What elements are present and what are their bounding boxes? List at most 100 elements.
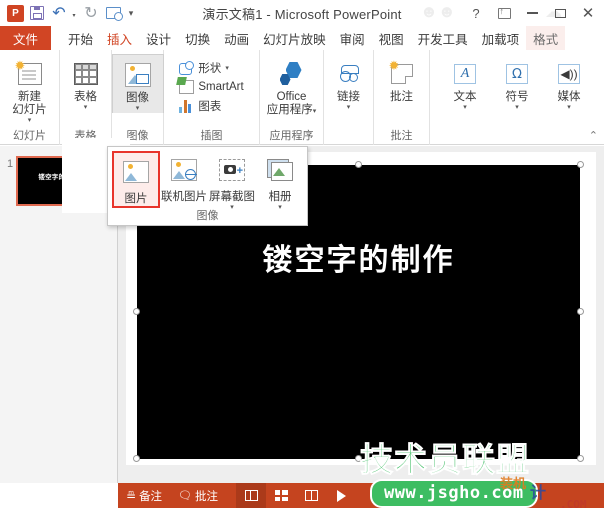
shapes-button[interactable]: 形状 ▾ xyxy=(175,58,247,78)
reading-view-button[interactable] xyxy=(296,483,326,508)
table-button[interactable]: 表格 ▾ xyxy=(60,54,112,112)
save-icon[interactable] xyxy=(26,2,48,24)
tab-design[interactable]: 设计 xyxy=(139,26,178,50)
new-slide-dropdown-arrow[interactable]: ▾ xyxy=(28,117,32,125)
ribbon-group-illustrations: 形状 ▾ SmartArt 图表 插图 xyxy=(164,50,260,145)
resize-handle-top-center[interactable] xyxy=(355,161,362,168)
shapes-icon xyxy=(179,61,195,75)
tab-insert[interactable]: 插入 xyxy=(100,26,140,50)
symbol-glyph: Ω xyxy=(506,64,528,84)
images-label: 图像 xyxy=(126,92,149,104)
normal-view-button[interactable] xyxy=(236,483,267,508)
ribbon-group-apps-body: Office 应用程序▾ xyxy=(259,52,325,128)
new-slide-icon: ✹ xyxy=(15,57,42,91)
ribbon-group-text-body: A 文本 ▾ Ω 符号 ▾ ◀)) 媒体 ▾ xyxy=(435,52,599,128)
tab-file[interactable]: 文件 xyxy=(0,26,52,50)
ribbon-group-images: 图像 ▾ 图像 xyxy=(111,50,164,145)
close-button[interactable]: ✕ xyxy=(574,1,602,25)
shapes-dropdown-arrow[interactable]: ▾ xyxy=(225,64,229,72)
menu-item-online-pictures-label: 联机图片 xyxy=(161,191,207,203)
images-dropdown-group-label: 图像 xyxy=(196,210,219,222)
shapes-label: 形状 xyxy=(198,63,222,75)
undo-icon[interactable]: ↶ xyxy=(48,2,70,24)
comment-icon: ✹ xyxy=(389,57,413,91)
tab-format[interactable]: 格式 xyxy=(526,26,566,50)
resize-handle-middle-left[interactable] xyxy=(133,308,140,315)
undo-dropdown-icon[interactable]: ▾ xyxy=(70,2,80,24)
symbol-button[interactable]: Ω 符号 ▾ xyxy=(491,54,543,112)
images-icon xyxy=(124,58,151,92)
menu-item-online-pictures[interactable]: 联机图片 xyxy=(160,151,208,204)
text-label: 文本 xyxy=(453,91,477,103)
menu-item-photo-album-label: 相册 xyxy=(268,191,292,203)
tab-review[interactable]: 审阅 xyxy=(333,26,372,50)
ribbon-display-options-icon[interactable] xyxy=(490,1,518,25)
new-slide-button[interactable]: ✹ 新建 幻灯片 ▾ xyxy=(4,54,56,125)
ribbon-group-links: 链接 ▾ xyxy=(324,50,374,145)
tab-home[interactable]: 开始 xyxy=(61,26,100,50)
tab-developer[interactable]: 开发工具 xyxy=(411,26,475,50)
symbol-dropdown-arrow[interactable]: ▾ xyxy=(515,104,519,112)
tab-slideshow[interactable]: 幻灯片放映 xyxy=(256,26,333,50)
powerpoint-logo-glyph: P xyxy=(6,4,24,22)
resize-handle-middle-right[interactable] xyxy=(577,308,584,315)
maximize-button[interactable] xyxy=(546,1,574,25)
images-button[interactable]: 图像 ▾ xyxy=(111,54,164,113)
menu-item-picture[interactable]: 图片 xyxy=(112,151,160,208)
resize-handle-bottom-right[interactable] xyxy=(577,455,584,462)
tab-spacer xyxy=(51,26,61,50)
slide-sorter-view-button[interactable] xyxy=(266,483,296,508)
start-slideshow-icon[interactable] xyxy=(102,2,124,24)
chart-button[interactable]: 图表 xyxy=(175,96,247,116)
status-bar-left-spacer xyxy=(0,483,118,508)
slideshow-view-button[interactable] xyxy=(326,483,356,508)
collapse-ribbon-button[interactable]: ⌃ xyxy=(589,129,598,142)
link-dropdown-arrow[interactable]: ▾ xyxy=(347,104,351,112)
ribbon-group-slides: ✹ 新建 幻灯片 ▾ 幻灯片 xyxy=(0,50,60,145)
resize-handle-top-right[interactable] xyxy=(577,161,584,168)
ribbon-group-slides-body: ✹ 新建 幻灯片 ▾ xyxy=(0,52,60,128)
ribbon-group-text-label xyxy=(430,128,604,145)
picture-icon xyxy=(123,155,149,189)
redo-icon[interactable]: ↻ xyxy=(80,2,102,24)
help-icon[interactable]: ? xyxy=(462,1,490,25)
resize-handle-bottom-center[interactable] xyxy=(355,455,362,462)
text-dropdown-arrow[interactable]: ▾ xyxy=(463,104,467,112)
tab-animations[interactable]: 动画 xyxy=(217,26,256,50)
text-box-button[interactable]: A 文本 ▾ xyxy=(439,54,491,112)
ribbon-group-tables-body: 表格 ▾ xyxy=(56,52,116,128)
media-dropdown-arrow[interactable]: ▾ xyxy=(567,104,571,112)
new-slide-label-2: 幻灯片 xyxy=(12,104,47,116)
new-slide-label-1: 新建 xyxy=(18,91,41,103)
ribbon-group-comments: ✹ 批注 批注 xyxy=(374,50,430,145)
link-button[interactable]: 链接 ▾ xyxy=(323,54,375,112)
minimize-button[interactable] xyxy=(518,1,546,25)
images-dropdown-arrow[interactable]: ▾ xyxy=(136,105,140,113)
table-dropdown-arrow[interactable]: ▾ xyxy=(84,104,88,112)
customize-qat-icon[interactable]: ▾ xyxy=(124,2,136,24)
office-apps-dropdown-arrow[interactable]: ▾ xyxy=(313,108,317,115)
ribbon: ✹ 新建 幻灯片 ▾ 幻灯片 表格 ▾ 表格 图像 ▾ 图像 形状 ▾ Smar… xyxy=(0,50,604,145)
office-apps-label-2-wrap: 应用程序▾ xyxy=(267,104,317,117)
ribbon-group-slides-label: 幻灯片 xyxy=(13,130,46,142)
smartart-button[interactable]: SmartArt xyxy=(175,78,247,96)
ribbon-group-apps: Office 应用程序▾ 应用程序 xyxy=(260,50,324,145)
powerpoint-logo-icon[interactable]: P xyxy=(4,2,26,24)
tab-addins[interactable]: 加载项 xyxy=(475,26,527,50)
comments-button[interactable]: 🗨 批注 xyxy=(170,483,226,508)
menu-item-screenshot-label: 屏幕截图 xyxy=(209,191,255,203)
menu-item-screenshot[interactable]: + 屏幕截图 ▾ xyxy=(208,151,256,212)
ribbon-group-text: A 文本 ▾ Ω 符号 ▾ ◀)) 媒体 ▾ xyxy=(430,50,604,145)
tab-view[interactable]: 视图 xyxy=(372,26,411,50)
decor-ghost-1: ☻☻ xyxy=(420,2,456,21)
menu-item-photo-album[interactable]: 相册 ▾ xyxy=(256,151,304,212)
comment-button[interactable]: ✹ 批注 xyxy=(376,54,428,104)
office-apps-button[interactable]: Office 应用程序▾ xyxy=(263,54,321,117)
ribbon-group-comments-label: 批注 xyxy=(390,130,413,142)
media-button[interactable]: ◀)) 媒体 ▾ xyxy=(543,54,595,112)
notes-button[interactable]: ≞ 备注 xyxy=(118,483,170,508)
comment-label: 批注 xyxy=(390,91,413,103)
resize-handle-bottom-left[interactable] xyxy=(133,455,140,462)
tab-transitions[interactable]: 切换 xyxy=(178,26,217,50)
chart-label: 图表 xyxy=(198,101,222,113)
